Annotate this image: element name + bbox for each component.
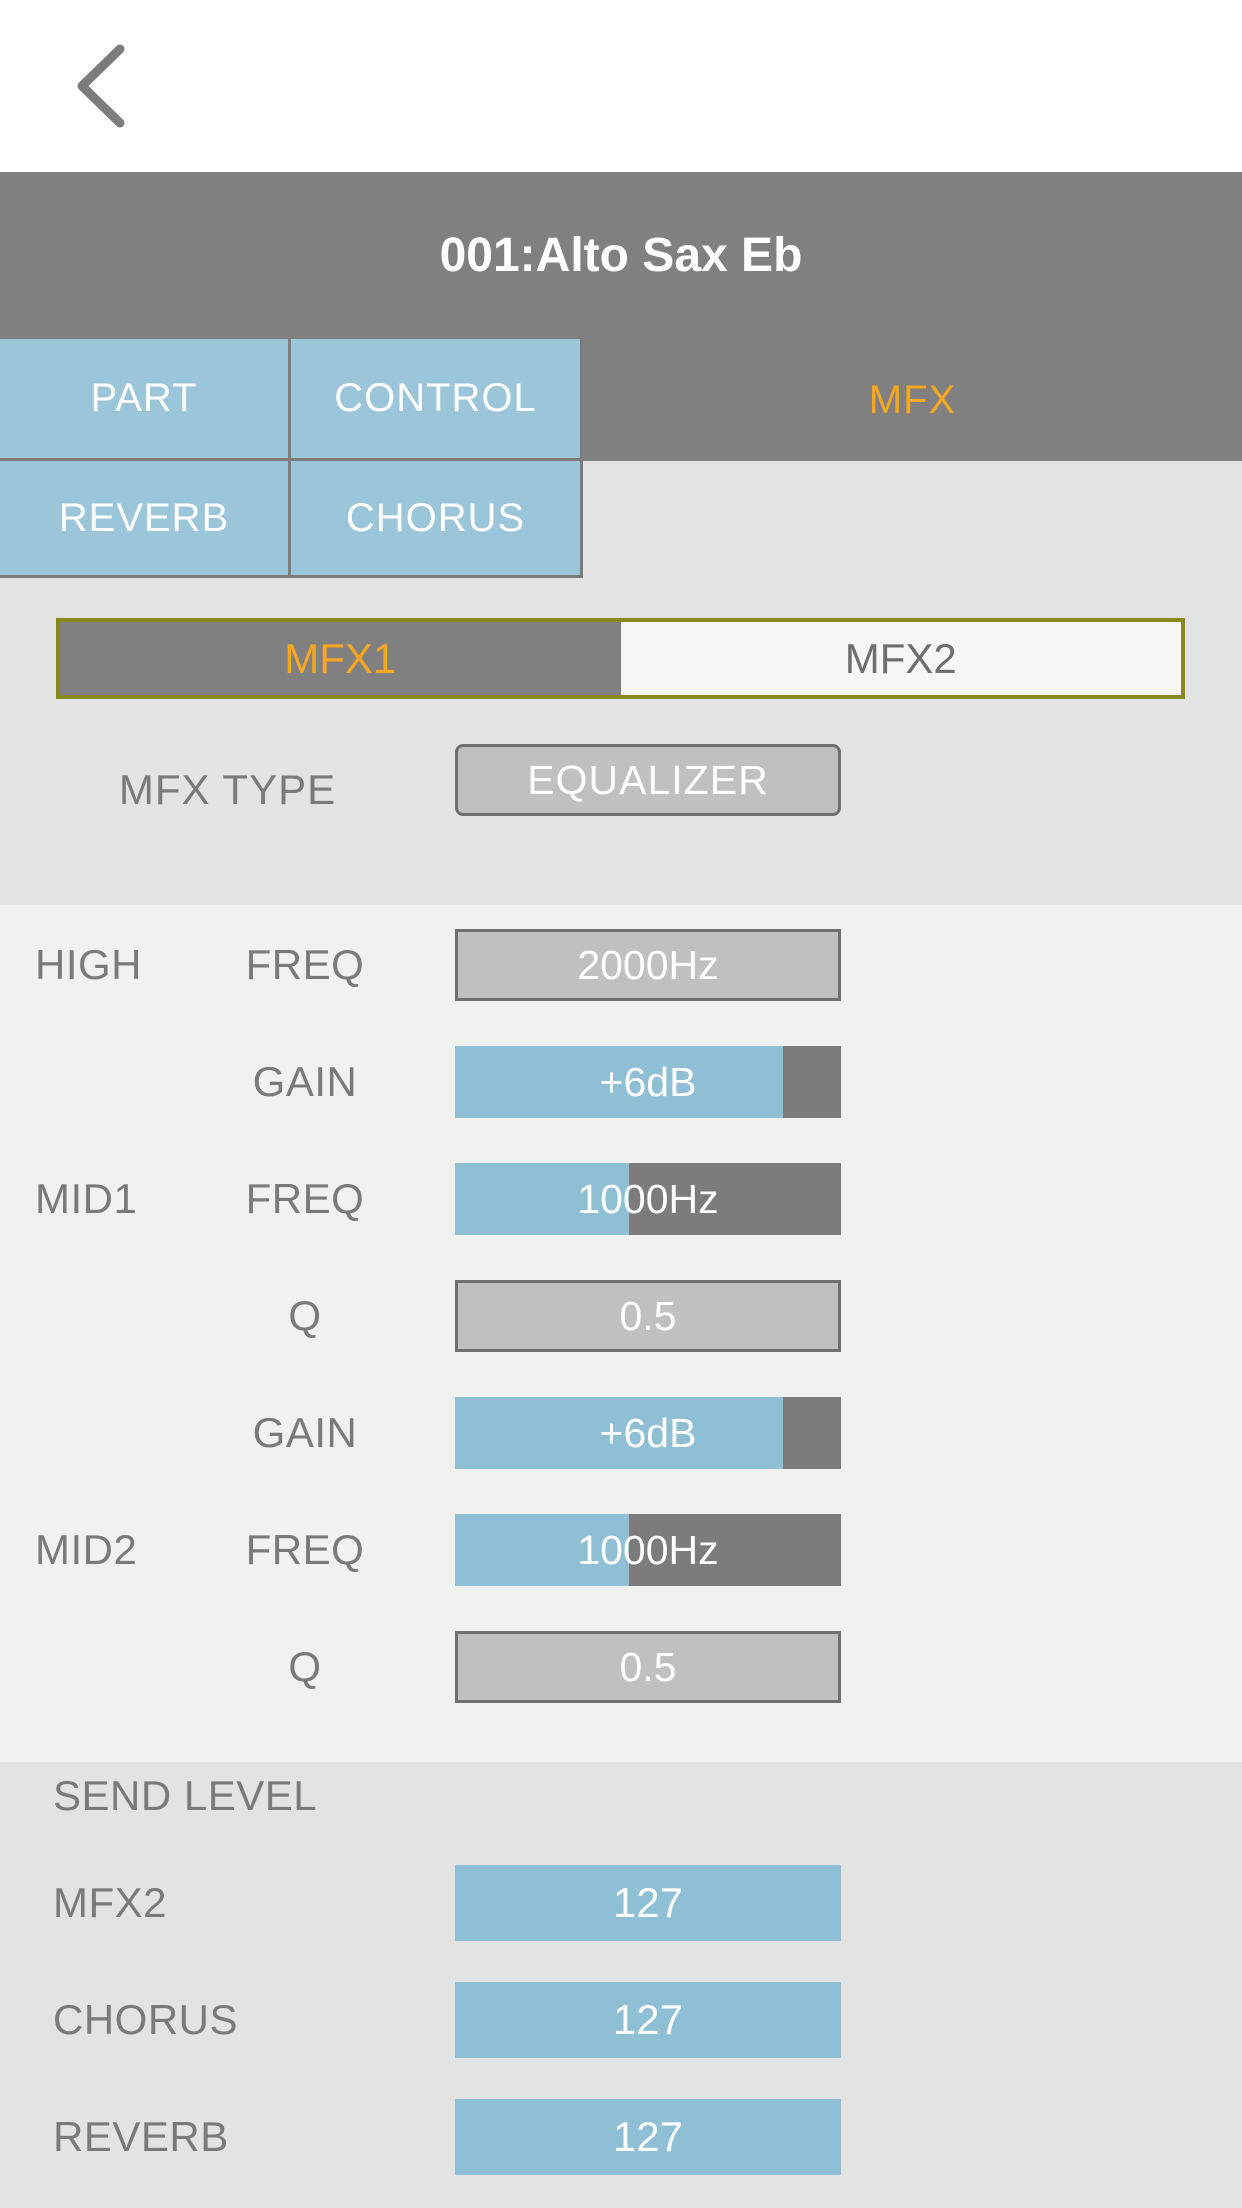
mfx-type-label: MFX TYPE: [118, 766, 337, 813]
tab-chorus-label: CHORUS: [345, 495, 526, 540]
param-group-label: [35, 1040, 160, 1123]
param-name-label: FREQ: [245, 1174, 365, 1222]
param-group-label: MID2: [35, 1525, 138, 1573]
tab-chorus[interactable]: CHORUS: [291, 461, 583, 578]
send-level-label: MFX2: [53, 1879, 168, 1926]
page-title: 001:Alto Sax Eb: [439, 229, 803, 282]
send-level-row: REVERB 127: [0, 2096, 1242, 2178]
send-level-title: SEND LEVEL: [53, 1772, 318, 1819]
param-slider[interactable]: +6dB: [455, 1046, 841, 1118]
navigation-bar: [0, 0, 1242, 172]
param-value-button[interactable]: 0.5: [455, 1280, 841, 1352]
param-name-label: FREQ: [245, 1525, 365, 1573]
param-group-label: [35, 1625, 160, 1708]
tab-reverb-label: REVERB: [58, 495, 230, 540]
mfx2-label: MFX2: [844, 634, 957, 682]
send-level-row: CHORUS 127: [0, 1979, 1242, 2061]
send-level-label: REVERB: [53, 2113, 229, 2160]
mfx-header-section: MFX1 MFX2 MFX TYPE EQUALIZER: [0, 578, 1242, 905]
send-level-slider[interactable]: 127: [455, 1865, 841, 1941]
tab-mfx-label: MFX: [868, 377, 957, 422]
tab-bar: PART CONTROL MFX REVERB CHORUS: [0, 339, 1242, 578]
param-name-label: FREQ: [245, 940, 365, 988]
patch-title-bar: 001:Alto Sax Eb: [0, 172, 1242, 339]
param-value: 2000Hz: [577, 941, 719, 988]
mfx2-segment[interactable]: MFX2: [620, 622, 1181, 695]
param-row: GAIN +6dB: [0, 1391, 1242, 1474]
send-level-value: 127: [612, 1996, 684, 2043]
param-row: GAIN +6dB: [0, 1040, 1242, 1123]
param-name-label: GAIN: [252, 1408, 358, 1456]
param-value: +6dB: [599, 1409, 697, 1456]
mfx-type-value-button[interactable]: EQUALIZER: [455, 744, 841, 816]
tab-control[interactable]: CONTROL: [291, 339, 583, 461]
mfx-type-row: MFX TYPE EQUALIZER: [0, 735, 1242, 845]
param-value: 1000Hz: [577, 1526, 719, 1573]
equalizer-parameters-section: HIGH FREQ 2000Hz GAIN +6dB MID1 FREQ 1000Hz Q 0.5…: [0, 905, 1242, 1762]
send-level-slider[interactable]: 127: [455, 1982, 841, 2058]
chevron-left-icon: [72, 43, 130, 129]
param-value: 1000Hz: [577, 1175, 719, 1222]
send-level-value: 127: [612, 1879, 684, 1926]
param-slider[interactable]: +6dB: [455, 1397, 841, 1469]
mfx-type-value: EQUALIZER: [527, 756, 769, 803]
param-group-label: [35, 1274, 160, 1357]
send-level-value: 127: [612, 2113, 684, 2160]
param-slider[interactable]: 1000Hz: [455, 1514, 841, 1586]
app-root: 001:Alto Sax Eb PART CONTROL MFX REVERB …: [0, 0, 1242, 2208]
param-slider[interactable]: 1000Hz: [455, 1163, 841, 1235]
param-row: Q 0.5: [0, 1625, 1242, 1708]
tab-control-label: CONTROL: [334, 376, 537, 420]
mfx1-label: MFX1: [284, 634, 397, 682]
param-value-button[interactable]: 0.5: [455, 1631, 841, 1703]
mfx1-segment[interactable]: MFX1: [60, 622, 621, 695]
param-row: MID2 FREQ 1000Hz: [0, 1508, 1242, 1591]
param-name-label: Q: [288, 1642, 322, 1690]
mfx-slot-toggle: MFX1 MFX2: [56, 618, 1185, 699]
param-group-label: MID1: [35, 1174, 138, 1222]
send-level-label: CHORUS: [53, 1996, 239, 2043]
param-value: +6dB: [599, 1058, 697, 1105]
param-row: MID1 FREQ 1000Hz: [0, 1157, 1242, 1240]
tab-mfx[interactable]: MFX: [583, 339, 1242, 461]
param-row: Q 0.5: [0, 1274, 1242, 1357]
send-level-section: SEND LEVEL MFX2 127 CHORUS 127 REVERB 127: [0, 1762, 1242, 2208]
param-name-label: GAIN: [252, 1057, 358, 1105]
back-button[interactable]: [72, 36, 182, 136]
tab-part-label: PART: [90, 376, 198, 420]
param-value: 0.5: [619, 1292, 677, 1339]
send-level-row: MFX2 127: [0, 1862, 1242, 1944]
param-value: 0.5: [619, 1643, 677, 1690]
param-group-label: [35, 1391, 160, 1474]
send-level-slider[interactable]: 127: [455, 2099, 841, 2175]
tab-reverb[interactable]: REVERB: [0, 461, 291, 578]
tab-part[interactable]: PART: [0, 339, 291, 461]
param-row: HIGH FREQ 2000Hz: [0, 923, 1242, 1006]
param-group-label: HIGH: [35, 940, 142, 988]
param-value-button[interactable]: 2000Hz: [455, 929, 841, 1001]
param-name-label: Q: [288, 1291, 322, 1339]
